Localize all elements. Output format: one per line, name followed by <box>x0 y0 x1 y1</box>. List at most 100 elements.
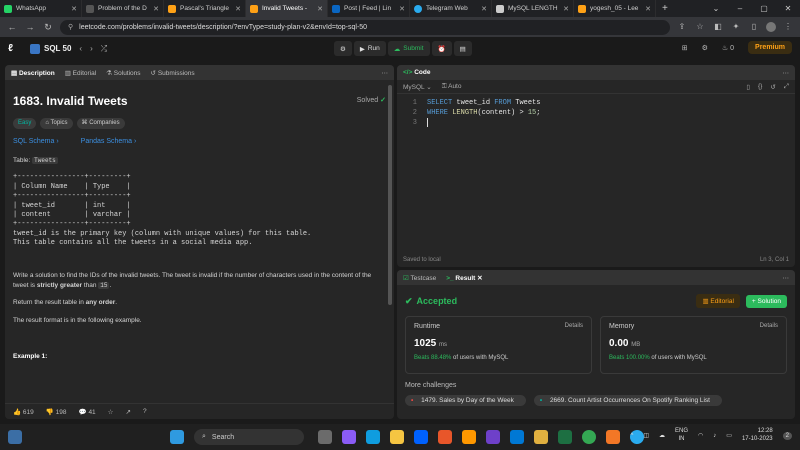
like-button[interactable]: 👍 619 <box>13 408 34 416</box>
browser-tab[interactable]: MySQL LENGTH ✕ <box>492 0 574 17</box>
star-icon[interactable]: ☆ <box>694 22 706 32</box>
taskbar-search[interactable]: ⌕ Search <box>194 429 304 445</box>
shuffle-icon[interactable]: ⤮ <box>101 44 107 54</box>
close-icon[interactable]: ✕ <box>645 5 651 13</box>
layout-icon[interactable]: ⊞ <box>682 44 688 52</box>
edge-icon[interactable] <box>366 430 380 444</box>
close-icon[interactable]: ✕ <box>481 5 487 13</box>
tab-submissions[interactable]: ↺ Submissions <box>151 69 195 77</box>
explorer-icon[interactable] <box>390 430 404 444</box>
close-icon[interactable]: ✕ <box>317 5 323 13</box>
excel-icon[interactable] <box>558 430 572 444</box>
runtime-card[interactable]: Runtime Details 1025 ms Beats 88.48% of … <box>405 316 592 374</box>
language-indicator[interactable]: ENG IN <box>675 428 688 444</box>
comments-button[interactable]: 💬 41 <box>79 408 96 416</box>
leetcode-logo-icon[interactable]: ℓ <box>8 43 20 55</box>
windows-start-icon[interactable] <box>170 430 184 444</box>
browser-tab-active[interactable]: Invalid Tweets - ✕ <box>246 0 328 17</box>
menu-icon[interactable]: ⋮ <box>782 22 794 32</box>
fullscreen-icon[interactable]: ⤢ <box>784 83 789 91</box>
close-icon[interactable]: ✕ <box>235 5 241 13</box>
profile-avatar[interactable] <box>766 22 776 32</box>
more-icon[interactable]: ⋯ <box>382 69 389 77</box>
new-tab-button[interactable]: + <box>656 3 674 14</box>
premium-button[interactable]: Premium <box>748 41 792 54</box>
close-icon[interactable]: ✕ <box>153 5 159 13</box>
close-icon[interactable]: ✕ <box>477 275 482 282</box>
details-link[interactable]: Details <box>760 323 778 329</box>
close-icon[interactable]: ✕ <box>563 5 569 13</box>
tab-result[interactable]: >_ Result ✕ <box>446 274 482 282</box>
back-icon[interactable]: ← <box>6 22 18 32</box>
tab-solutions[interactable]: ⚗ Solutions <box>106 69 140 77</box>
extension-icon[interactable]: ◧ <box>712 22 724 32</box>
auto-toggle[interactable]: ⚿ Auto <box>442 83 462 91</box>
timer-button[interactable]: ⏰ <box>431 41 452 56</box>
run-button[interactable]: ▶ Run <box>353 41 386 56</box>
onedrive-icon[interactable]: ☁ <box>659 432 665 439</box>
browser-tab[interactable]: Post | Feed | Lin ✕ <box>328 0 410 17</box>
tab-editorial[interactable]: ▥ Editorial <box>65 69 96 77</box>
bookmark-icon[interactable]: ▯ <box>746 83 750 91</box>
prev-problem-icon[interactable]: ‹ <box>79 44 82 53</box>
task-view-icon[interactable] <box>318 430 332 444</box>
next-problem-icon[interactable]: › <box>90 44 93 53</box>
challenge-chip[interactable]: • 1479. Sales by Day of the Week <box>405 395 526 406</box>
share-icon[interactable]: ⇪ <box>676 22 688 32</box>
notification-icon[interactable]: 2 <box>782 431 792 440</box>
reload-icon[interactable]: ↻ <box>42 22 54 33</box>
url-field[interactable]: ⚲ leetcode.com/problems/invalid-tweets/d… <box>60 19 670 35</box>
vscode-icon[interactable] <box>510 430 524 444</box>
debug-button[interactable]: ⚙ <box>334 41 352 56</box>
star-icon[interactable]: ☆ <box>108 408 114 416</box>
problem-list-button[interactable]: SQL 50 <box>30 43 71 54</box>
editorial-button[interactable]: ▥ Editorial <box>696 294 740 308</box>
jupyter-icon[interactable] <box>606 430 620 444</box>
maximize-icon[interactable]: ▢ <box>752 0 776 17</box>
submit-button[interactable]: ☁ Submit <box>387 41 430 56</box>
sql-schema-link[interactable]: SQL Schema › <box>13 137 59 148</box>
puzzle-icon[interactable]: ✦ <box>730 22 742 32</box>
github-icon[interactable] <box>486 430 500 444</box>
companies-chip[interactable]: ⌘ Companies <box>76 118 125 129</box>
lock-icon[interactable]: ⚲ <box>68 23 73 31</box>
forward-icon[interactable]: → <box>24 22 36 32</box>
volume-icon[interactable]: ♪ <box>713 433 716 439</box>
share-icon[interactable]: ↗ <box>126 408 131 416</box>
browser-tab[interactable]: Problem of the D ✕ <box>82 0 164 17</box>
scrollbar[interactable] <box>388 85 392 305</box>
folder-icon[interactable] <box>534 430 548 444</box>
browser-tab[interactable]: Pascal's Triangle ✕ <box>164 0 246 17</box>
chevron-down-icon[interactable]: ⌄ <box>704 0 728 17</box>
dislike-button[interactable]: 👎 198 <box>46 408 67 416</box>
language-select[interactable]: MySQL ⌄ <box>403 83 432 91</box>
details-link[interactable]: Details <box>565 323 583 329</box>
notes-button[interactable]: ▤ <box>453 41 472 56</box>
braces-icon[interactable]: {} <box>758 83 762 91</box>
sidepanel-icon[interactable]: ▯ <box>748 22 760 32</box>
challenge-chip[interactable]: • 2669. Count Artist Occurrences On Spot… <box>533 395 722 406</box>
dropbox-icon[interactable] <box>414 430 428 444</box>
tab-testcase[interactable]: ☑ Testcase <box>403 274 436 282</box>
code-tab[interactable]: </> Code <box>403 69 430 76</box>
office-icon[interactable] <box>438 430 452 444</box>
code-editor[interactable]: 1 SELECT tweet_id FROM Tweets 2 WHERE LENG… <box>397 94 795 128</box>
camera-icon[interactable]: ◫ <box>643 432 649 439</box>
streak-counter[interactable]: ♨ 0 <box>722 44 734 52</box>
chrome-icon[interactable] <box>582 430 596 444</box>
topics-chip[interactable]: ⌂ Topics <box>40 118 73 129</box>
close-icon[interactable]: ✕ <box>71 5 77 13</box>
browser-tab[interactable]: yogesh_05 - Lee ✕ <box>574 0 656 17</box>
sublime-icon[interactable] <box>462 430 476 444</box>
close-icon[interactable]: ✕ <box>399 5 405 13</box>
weather-icon[interactable] <box>8 430 22 444</box>
solution-button[interactable]: + Solution <box>745 294 787 308</box>
browser-tab[interactable]: WhatsApp ✕ <box>0 0 82 17</box>
close-window-icon[interactable]: ✕ <box>776 0 800 17</box>
more-icon[interactable]: ⋯ <box>783 69 790 77</box>
meet-icon[interactable] <box>342 430 356 444</box>
reset-icon[interactable]: ↺ <box>770 83 775 91</box>
wifi-icon[interactable]: ◠ <box>698 432 703 439</box>
minimize-icon[interactable]: – <box>728 0 752 17</box>
clock[interactable]: 12:28 17-10-2023 <box>742 428 773 444</box>
